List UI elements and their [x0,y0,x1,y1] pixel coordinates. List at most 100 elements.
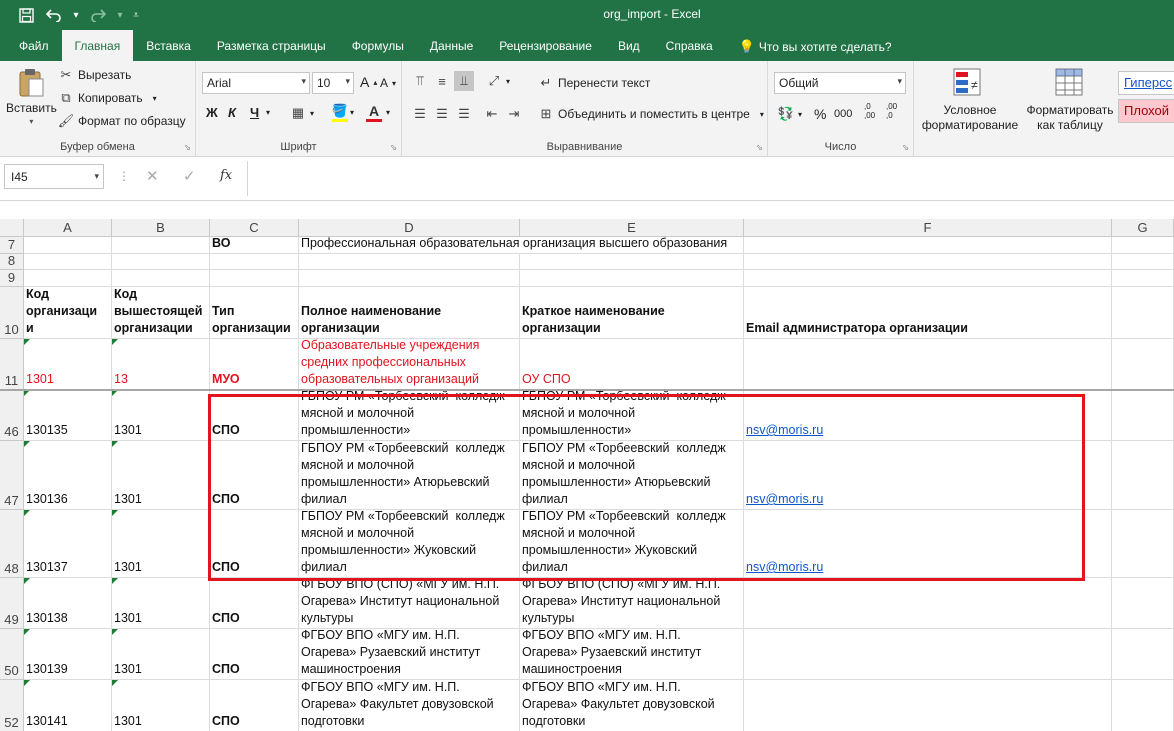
row-header-10[interactable]: 10 [0,287,24,339]
cell-c8[interactable] [210,254,299,270]
cell-e50[interactable]: ФГБОУ ВПО «МГУ им. Н.П. Огарева» Рузаевс… [520,629,744,680]
cell-c10[interactable]: Тип организации [210,287,299,339]
font-name-select[interactable]: Arial ▾ [202,72,310,94]
cell-d11[interactable]: Образовательные учреждения средних профе… [299,339,520,390]
increase-decimal-button[interactable]: ,0 ,00 [864,102,875,120]
cell-a49[interactable]: 130138 [24,578,112,629]
tab-review[interactable]: Рецензирование [486,30,605,61]
bold-button[interactable]: Ж [206,105,218,120]
thousands-button[interactable]: 000 [834,108,852,120]
cell-g7[interactable] [1112,237,1174,254]
alignment-launcher-icon[interactable]: ⬂ [756,143,763,152]
cell-f11[interactable] [744,339,1112,390]
cell-b10[interactable]: Код вышестоящей организации [112,287,210,339]
row-header-49[interactable]: 49 [0,578,24,629]
name-box[interactable]: I45 ▾ [4,164,104,189]
tab-file[interactable]: Файл [6,30,62,61]
cell-d7[interactable]: Профессиональная образовательная организ… [299,236,727,254]
cell-f49[interactable] [744,578,1112,629]
cell-c46[interactable]: СПО [210,390,299,441]
align-left-button[interactable]: ☰ [412,106,428,122]
align-center-button[interactable]: ☰ [434,106,450,122]
cell-f47[interactable]: nsv@moris.ru [744,441,1112,510]
cell-b49[interactable]: 1301 [112,578,210,629]
align-middle-button[interactable]: ≡ [434,73,450,89]
cell-f52[interactable] [744,680,1112,731]
font-color-dropdown-icon[interactable]: ▾ [386,108,390,117]
worksheet-grid[interactable]: A B C D E F G 7 ВО Профессиональная образовательн… [0,201,1174,731]
cell-g8[interactable] [1112,254,1174,270]
cell-b50[interactable]: 1301 [112,629,210,680]
cell-c48[interactable]: СПО [210,510,299,578]
format-painter-button[interactable]: 🖌 Формат по образцу [58,113,186,129]
cell-a52[interactable]: 130141 [24,680,112,731]
cell-d10[interactable]: Полное наименование организации [299,287,520,339]
cell-d9[interactable] [299,270,520,287]
cell-a7[interactable] [24,237,112,254]
decrease-decimal-button[interactable]: ,00 ,0 [886,102,897,120]
cell-e52[interactable]: ФГБОУ ВПО «МГУ им. Н.П. Огарева» Факульт… [520,680,744,731]
style-bad[interactable]: Плохой [1118,99,1174,123]
cell-e46[interactable]: ГБПОУ РМ «Торбеевский колледж мясной и м… [520,390,744,441]
cell-a48[interactable]: 130137 [24,510,112,578]
cell-d46[interactable]: ГБПОУ РМ «Торбеевский колледж мясной и м… [299,390,520,441]
row-header-8[interactable]: 8 [0,253,24,270]
tell-me-search[interactable]: 💡 Что вы хотите сделать? [726,30,905,61]
currency-button[interactable]: 💱 ▾ [778,106,802,122]
cell-d49[interactable]: ФГБОУ ВПО (СПО) «МГУ им. Н.П. Огарева» И… [299,578,520,629]
number-launcher-icon[interactable]: ⬂ [902,143,909,152]
cell-d48[interactable]: ГБПОУ РМ «Торбеевский колледж мясной и м… [299,510,520,578]
font-size-select[interactable]: 10 ▾ [312,72,354,94]
paste-button[interactable]: Вставить ▾ [6,67,57,126]
increase-font-button[interactable]: A ▴ [360,74,377,90]
cell-c11[interactable]: МУО [210,339,299,390]
select-all-corner[interactable] [0,219,24,237]
cell-c49[interactable]: СПО [210,578,299,629]
cell-e8[interactable] [520,254,744,270]
cell-g11[interactable] [1112,339,1174,390]
cell-f7[interactable] [744,237,1112,254]
row-header-7[interactable]: 7 [0,237,24,254]
cell-g50[interactable] [1112,629,1174,680]
tab-home[interactable]: Главная [61,30,134,61]
cell-f48[interactable]: nsv@moris.ru [744,510,1112,578]
enter-icon[interactable]: ✓ [183,167,196,185]
underline-button[interactable]: Ч [250,105,259,120]
tab-page-layout[interactable]: Разметка страницы [204,30,339,61]
cell-g52[interactable] [1112,680,1174,731]
cell-b7[interactable] [112,237,210,254]
align-right-button[interactable]: ☰ [456,106,472,122]
cancel-icon[interactable]: ✕ [146,167,159,185]
cell-f9[interactable] [744,270,1112,287]
cell-b46[interactable]: 1301 [112,390,210,441]
formula-input[interactable] [247,161,1174,196]
percent-button[interactable]: % [814,106,826,122]
cell-e49[interactable]: ФГБОУ ВПО (СПО) «МГУ им. Н.П. Огарева» И… [520,578,744,629]
style-hyperlink[interactable]: Гиперсс [1118,71,1174,95]
row-header-11[interactable]: 11 [0,339,24,390]
wrap-text-button[interactable]: ↵ Перенести текст [538,75,651,91]
align-bottom-button[interactable]: ⫫ [454,71,474,91]
cell-b52[interactable]: 1301 [112,680,210,731]
cell-e11[interactable]: ОУ СПО [520,339,744,390]
font-color-button[interactable]: A [366,103,382,122]
clipboard-launcher-icon[interactable]: ⬂ [184,143,191,152]
cell-c9[interactable] [210,270,299,287]
tab-formulas[interactable]: Формулы [339,30,417,61]
insert-function-icon[interactable]: fx [220,168,232,183]
row-header-9[interactable]: 9 [0,270,24,287]
cell-a47[interactable]: 130136 [24,441,112,510]
cell-g10[interactable] [1112,287,1174,339]
align-top-button[interactable]: ⫪ [412,73,428,89]
cell-e10[interactable]: Краткое наименование организации [520,287,744,339]
decrease-font-button[interactable]: A ▾ [380,76,396,90]
orientation-button[interactable]: ⤢ ▾ [486,73,510,89]
cell-b47[interactable]: 1301 [112,441,210,510]
cell-d8[interactable] [299,254,520,270]
cut-button[interactable]: ✂ Вырезать [58,67,132,83]
cell-f50[interactable] [744,629,1112,680]
column-header-g[interactable]: G [1112,219,1174,237]
cell-d47[interactable]: ГБПОУ РМ «Торбеевский колледж мясной и м… [299,441,520,510]
row-header-52[interactable]: 52 [0,680,24,731]
cell-a10[interactable]: Код организаци и [24,287,112,339]
